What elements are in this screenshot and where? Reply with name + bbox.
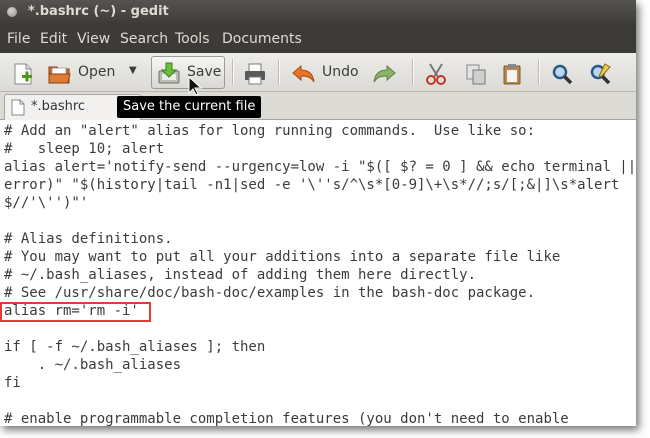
printer-icon [245,63,265,85]
undo-label: Undo [322,64,359,80]
code-line: # Alias definitions. [4,231,173,247]
menu-tools[interactable]: Tools [175,31,210,47]
undo-button[interactable]: Undo [288,57,364,87]
save-icon [158,62,180,84]
window-close-dot-icon[interactable] [7,7,17,17]
find-replace-button[interactable] [586,57,614,87]
menu-edit[interactable]: Edit [40,31,67,47]
paste-clipboard-icon [503,64,521,85]
cut-button[interactable] [422,57,450,87]
code-line: if [ -f ~/.bash_aliases ]; then [4,339,266,355]
mouse-pointer-icon [188,76,202,96]
toolbar-separator [412,59,414,85]
magnifier-icon [552,64,573,85]
code-line: # ~/.bash_aliases, instead of adding the… [4,267,477,283]
menu-bar: File Edit View Search Tools Documents [0,25,636,53]
new-button[interactable] [8,57,38,87]
code-line: $//'\'')"' [4,195,89,211]
toolbar-separator [278,59,280,85]
find-button[interactable] [548,57,576,87]
scissors-icon [426,63,446,85]
redo-button[interactable] [368,57,398,87]
copy-icon [466,64,486,85]
code-line: fi [4,375,21,391]
code-line: # You may want to put all your additions… [4,249,561,265]
save-tooltip: Save the current file [117,96,262,118]
gedit-window: *.bashrc (~) - gedit File Edit View Sear… [0,0,636,426]
open-button[interactable]: Open ▼ [44,57,142,87]
alias-rm-highlight-box [0,302,151,322]
open-label: Open [78,64,116,80]
window-title: *.bashrc (~) - gedit [28,4,169,19]
code-line: # sleep 10; alert [4,141,165,157]
undo-arrow-icon [292,64,315,83]
tab-label: *.bashrc [31,99,86,114]
text-editor[interactable]: # Add an "alert" alias for long running … [0,120,636,426]
code-line: alias alert='notify-send --urgency=low -… [4,159,636,175]
code-line: # See /usr/share/doc/bash-doc/examples i… [4,285,536,301]
toolbar-separator [538,59,540,85]
toolbar: Open ▼ Save Undo [0,53,636,92]
copy-button[interactable] [462,57,490,87]
redo-arrow-icon [373,64,396,83]
find-replace-icon [590,63,611,85]
code-line: error)" "$(history|tail -n1|sed -e '\''s… [4,177,620,193]
menu-documents[interactable]: Documents [222,31,302,47]
menu-search[interactable]: Search [120,31,168,47]
toolbar-separator [232,59,234,85]
folder-open-icon [48,66,71,84]
new-document-icon [14,63,32,85]
title-bar: *.bashrc (~) - gedit [0,0,636,25]
code-line: # enable programmable completion feature… [4,411,569,426]
tab-bar: *.bashrc × [0,92,636,120]
code-line: # Add an "alert" alias for long running … [4,123,536,139]
menu-view[interactable]: View [77,31,110,47]
print-button[interactable] [240,57,270,87]
open-dropdown-arrow-icon[interactable]: ▼ [129,65,137,76]
code-line: . ~/.bash_aliases [4,357,182,373]
code-text: # Add an "alert" alias for long running … [4,122,636,426]
menu-file[interactable]: File [7,31,30,47]
document-icon [11,99,25,116]
paste-button[interactable] [498,57,526,87]
